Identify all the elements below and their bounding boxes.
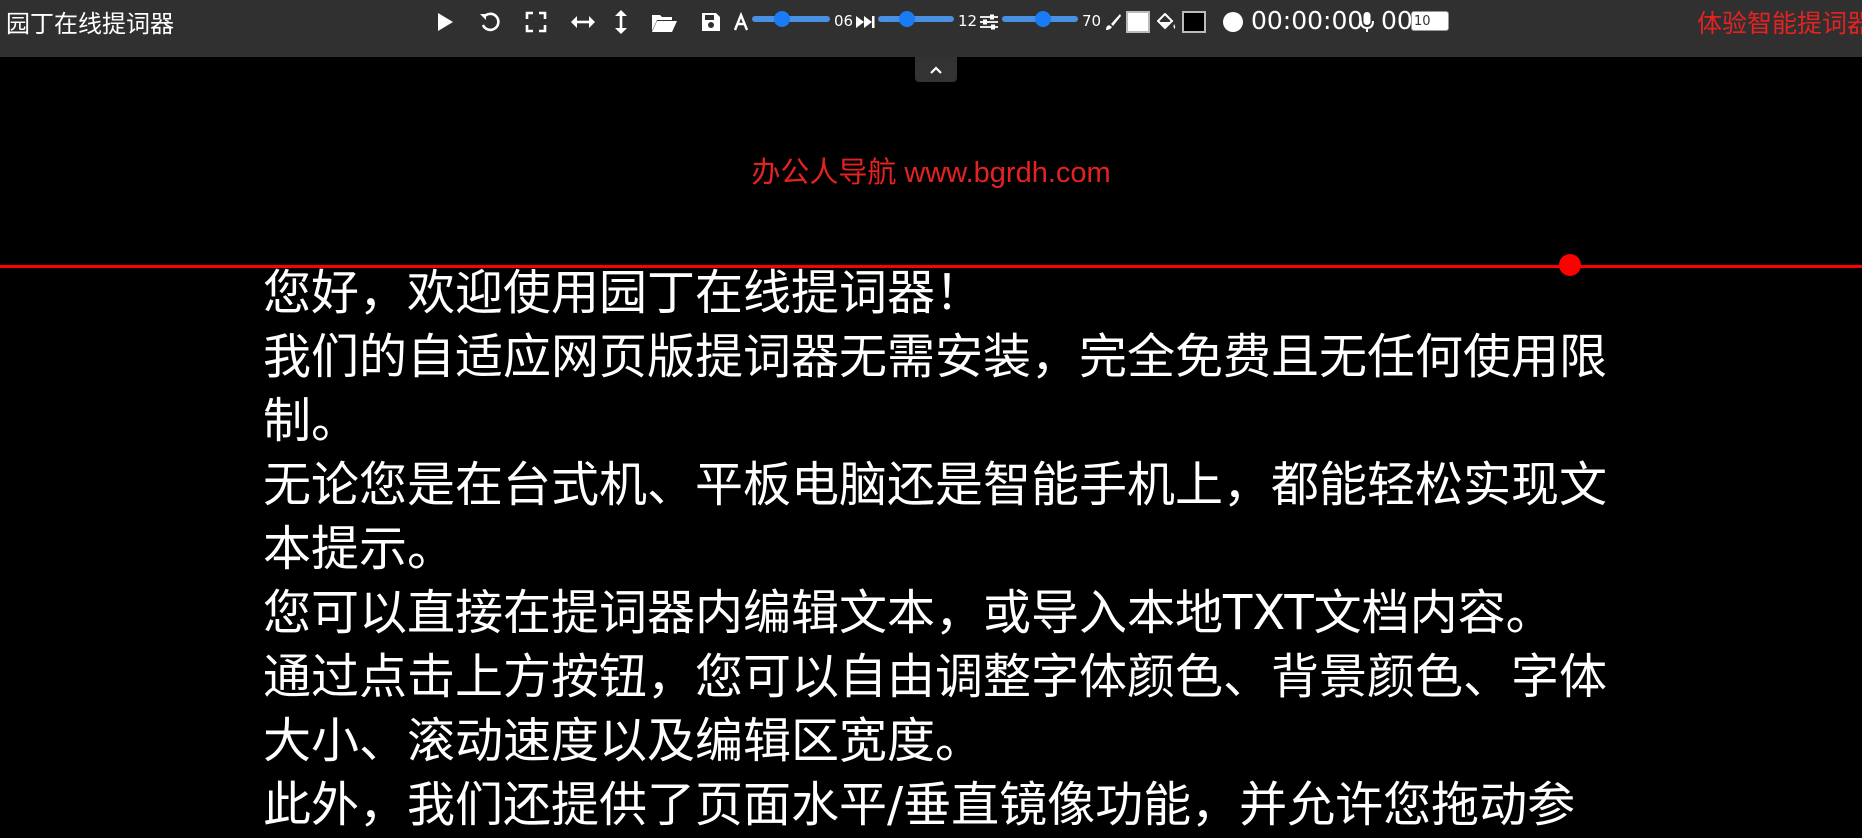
scroll-speed-value: 12: [958, 12, 978, 30]
timer-display: 00:00:00: [1251, 6, 1364, 35]
scroll-speed-control: [854, 11, 876, 33]
mic-counter: 00: [1381, 6, 1413, 35]
site-banner-link[interactable]: 办公人导航 www.bgrdh.com: [0, 153, 1862, 193]
font-size-icon: [733, 12, 749, 31]
script-paragraph: 无论您是在台式机、平板电脑还是智能手机上，都能轻松实现文本提示。: [263, 457, 1608, 577]
timer-circle-icon: [1223, 12, 1243, 32]
width-value: 70: [1082, 12, 1102, 30]
script-paragraph: 我们的自适应网页版提词器无需安装，完全免费且无任何使用限制。: [263, 329, 1608, 449]
width-slider[interactable]: [1002, 11, 1078, 27]
font-color-control[interactable]: [1102, 11, 1124, 33]
mirror-vertical-icon: [615, 10, 627, 34]
mirror-vertical-button[interactable]: [606, 7, 636, 37]
chevron-up-icon: [930, 65, 942, 74]
timer-button[interactable]: [1222, 11, 1244, 33]
countdown-input[interactable]: 10: [1411, 11, 1449, 31]
save-button[interactable]: [696, 7, 726, 37]
collapse-toolbar-button[interactable]: [915, 57, 957, 82]
font-color-swatch[interactable]: [1126, 11, 1150, 33]
script-paragraph: 通过点击上方按钮，您可以自由调整字体颜色、背景颜色、字体大小、滚动速度以及编辑区…: [263, 649, 1608, 769]
font-size-value: 06: [834, 12, 854, 30]
brush-icon: [1106, 14, 1121, 30]
toolbar: 园丁在线提词器 06 12 70 00:00:00 00 10 体验智能提词器: [0, 0, 1862, 57]
app-title: 园丁在线提词器: [6, 10, 174, 38]
smart-teleprompter-link[interactable]: 体验智能提词器: [1697, 7, 1862, 41]
bg-color-control[interactable]: [1156, 11, 1178, 33]
play-icon: [438, 13, 453, 31]
scroll-speed-slider[interactable]: [878, 11, 954, 27]
reset-button[interactable]: [475, 7, 505, 37]
bg-color-swatch[interactable]: [1182, 11, 1206, 33]
fast-forward-icon: [856, 16, 875, 28]
font-size-control: [731, 10, 751, 34]
sliders-icon: [980, 14, 998, 30]
fill-bucket-icon: [1157, 13, 1176, 30]
fullscreen-button[interactable]: [521, 7, 551, 37]
reset-icon: [480, 12, 500, 32]
fullscreen-icon: [525, 11, 547, 33]
font-size-slider[interactable]: [752, 11, 830, 27]
mirror-horizontal-icon: [571, 16, 595, 28]
font-size-slider-knob[interactable]: [773, 11, 790, 27]
script-paragraph: 您可以直接在提词器内编辑文本，或导入本地TXT文档内容。: [263, 585, 1554, 641]
mirror-horizontal-button[interactable]: [568, 7, 598, 37]
mic-button[interactable]: [1358, 10, 1376, 34]
save-icon: [702, 13, 720, 31]
open-file-button[interactable]: [649, 7, 679, 37]
scroll-speed-slider-knob[interactable]: [899, 11, 915, 27]
script-paragraph: 您好，欢迎使用园丁在线提词器！: [263, 265, 984, 321]
script-paragraph: 此外，我们还提供了页面水平/垂直镜像功能，并允许您拖动参: [263, 777, 1576, 833]
folder-open-icon: [652, 15, 677, 32]
teleprompter-text-area[interactable]: 您好，欢迎使用园丁在线提词器！ 我们的自适应网页版提词器无需安装，完全免费且无任…: [263, 261, 1623, 837]
width-control: [977, 11, 1001, 33]
microphone-icon: [1360, 12, 1374, 32]
width-slider-knob[interactable]: [1035, 11, 1051, 27]
play-button[interactable]: [430, 7, 460, 37]
